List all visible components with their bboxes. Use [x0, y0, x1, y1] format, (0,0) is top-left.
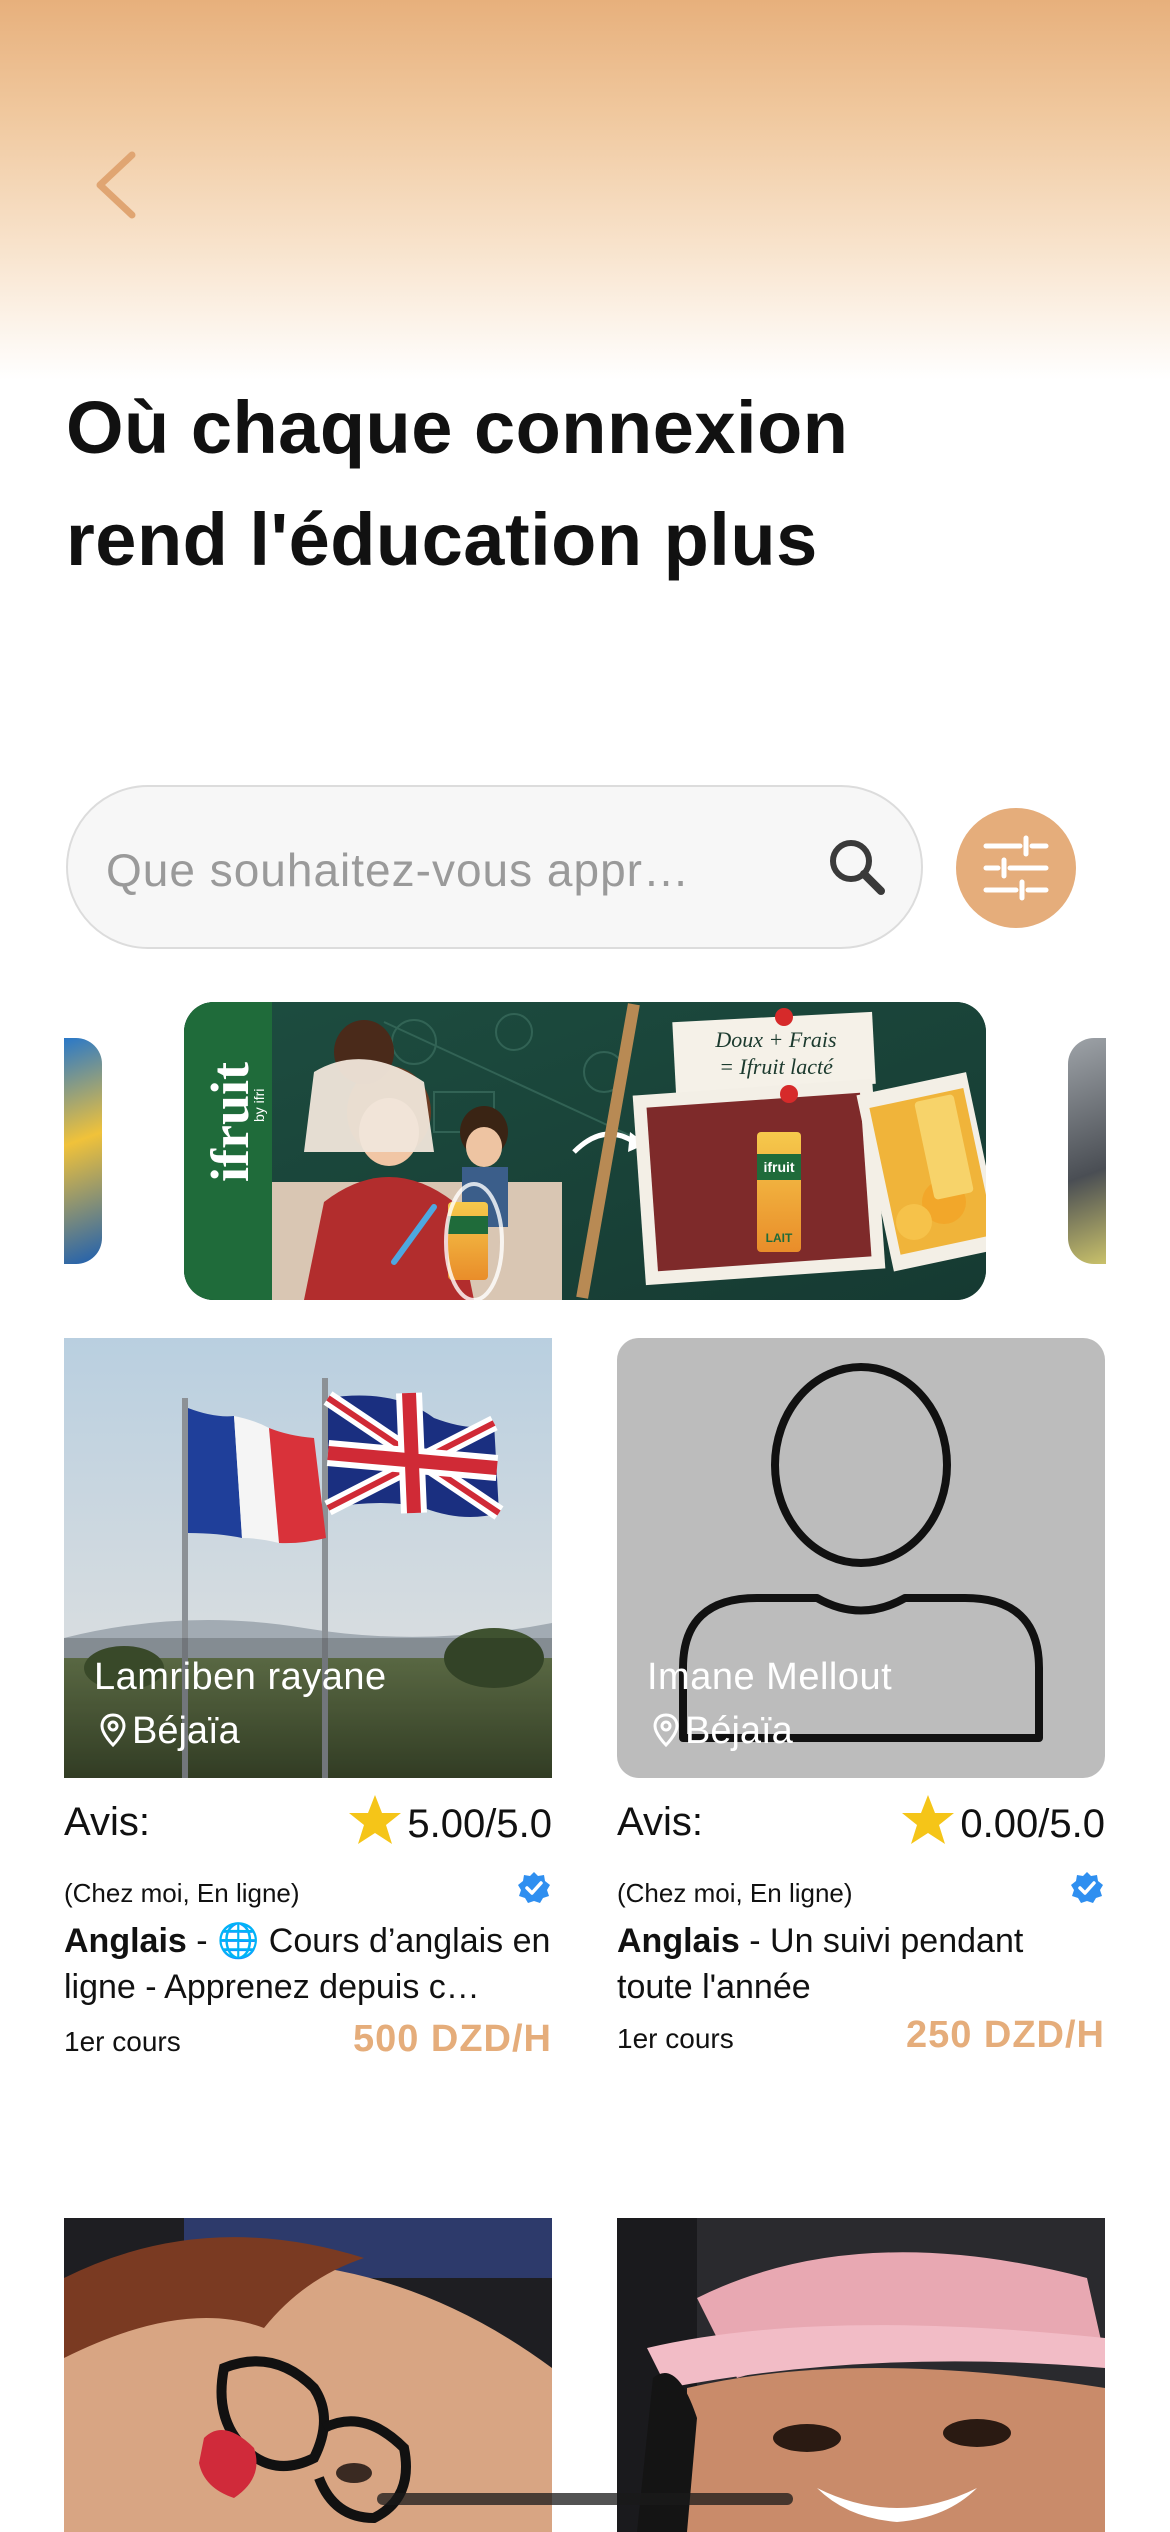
- tutor-rating: 5.00/5.0: [347, 1793, 552, 1847]
- back-button[interactable]: [88, 145, 148, 225]
- tutor-photo: [617, 2218, 1105, 2532]
- tutor-card[interactable]: Imane Mellout Béjaïa Avis: 0.00/5.0 (Che…: [617, 1338, 1105, 2078]
- ad-tagline-1: Doux + Frais: [714, 1027, 836, 1052]
- verified-badge-icon: [518, 1872, 550, 1903]
- tutor-name: Lamriben rayane: [94, 1656, 387, 1698]
- ifruit-ad-image: ifruit by ifri Doux + Frais = Ifruit lac…: [184, 1002, 986, 1300]
- tutor-card[interactable]: [617, 2218, 1105, 2532]
- carousel-slide-previous[interactable]: [64, 1038, 102, 1264]
- tutor-description: Anglais - Un suivi pendant toute l'année: [617, 1918, 1105, 2010]
- tutor-location: Béjaïa: [100, 1710, 240, 1753]
- page-title: Où chaque connexion rend l'éducation plu…: [66, 372, 1066, 596]
- star-icon: [349, 1795, 402, 1844]
- rating-value: 0.00/5.0: [960, 1802, 1105, 1846]
- tutor-name: Imane Mellout: [647, 1656, 893, 1698]
- tutor-rating: 0.00/5.0: [900, 1793, 1105, 1847]
- rating-value: 5.00/5.0: [407, 1802, 552, 1846]
- tutor-card[interactable]: Lamriben rayane Béjaïa Avis: 5.00/5.0 (C…: [64, 1338, 552, 2078]
- location-pin-icon: [653, 1713, 679, 1748]
- carousel-slide-next[interactable]: [1068, 1038, 1106, 1264]
- tutor-location-text: Béjaïa: [132, 1710, 240, 1752]
- page-title-line-1: Où chaque connexion: [66, 386, 849, 469]
- search-icon[interactable]: [823, 833, 893, 903]
- tutor-location-text: Béjaïa: [685, 1710, 793, 1752]
- tutor-photo: [64, 2218, 552, 2532]
- search-bar[interactable]: [66, 785, 923, 949]
- page-title-line-2: rend l'éducation plus: [66, 498, 818, 581]
- lesson-modes: (Chez moi, En ligne): [617, 1878, 853, 1908]
- home-indicator[interactable]: [377, 2493, 793, 2505]
- reviews-label: Avis:: [617, 1800, 703, 1844]
- first-lesson-label: 1er cours: [617, 2023, 734, 2054]
- carousel-slide-ifruit-banner[interactable]: ifruit by ifri Doux + Frais = Ifruit lac…: [184, 1002, 986, 1300]
- tutor-card[interactable]: [64, 2218, 552, 2532]
- reviews-label: Avis:: [64, 1800, 150, 1844]
- filter-button[interactable]: [956, 808, 1076, 928]
- sliders-icon: [983, 835, 1049, 901]
- search-input[interactable]: [104, 827, 808, 913]
- tutor-price: 500 DZD/H: [352, 2018, 552, 2060]
- verified-badge-icon: [1071, 1872, 1103, 1903]
- tutor-subject: Anglais: [617, 1922, 740, 1960]
- selfie-photo-cap: [617, 2218, 1105, 2532]
- header-gradient: [0, 0, 1170, 380]
- tutor-location: Béjaïa: [653, 1710, 793, 1753]
- tutor-price: 250 DZD/H: [905, 2014, 1105, 2056]
- lesson-modes: (Chez moi, En ligne): [64, 1878, 300, 1908]
- tutor-subject: Anglais: [64, 1922, 187, 1960]
- location-pin-icon: [100, 1713, 126, 1748]
- selfie-photo-glasses: [64, 2218, 552, 2532]
- first-lesson-label: 1er cours: [64, 2026, 181, 2057]
- star-icon: [902, 1795, 955, 1844]
- chevron-left-icon: [96, 151, 136, 219]
- pack-sub-label: LAIT: [766, 1231, 793, 1245]
- pack-label: ifruit: [763, 1159, 794, 1175]
- ad-tagline-2: = Ifruit lacté: [719, 1054, 834, 1079]
- brand-logo-sub: by ifri: [251, 1089, 267, 1122]
- tutor-description: Anglais - 🌐 Cours d’anglais en ligne - A…: [64, 1918, 552, 2010]
